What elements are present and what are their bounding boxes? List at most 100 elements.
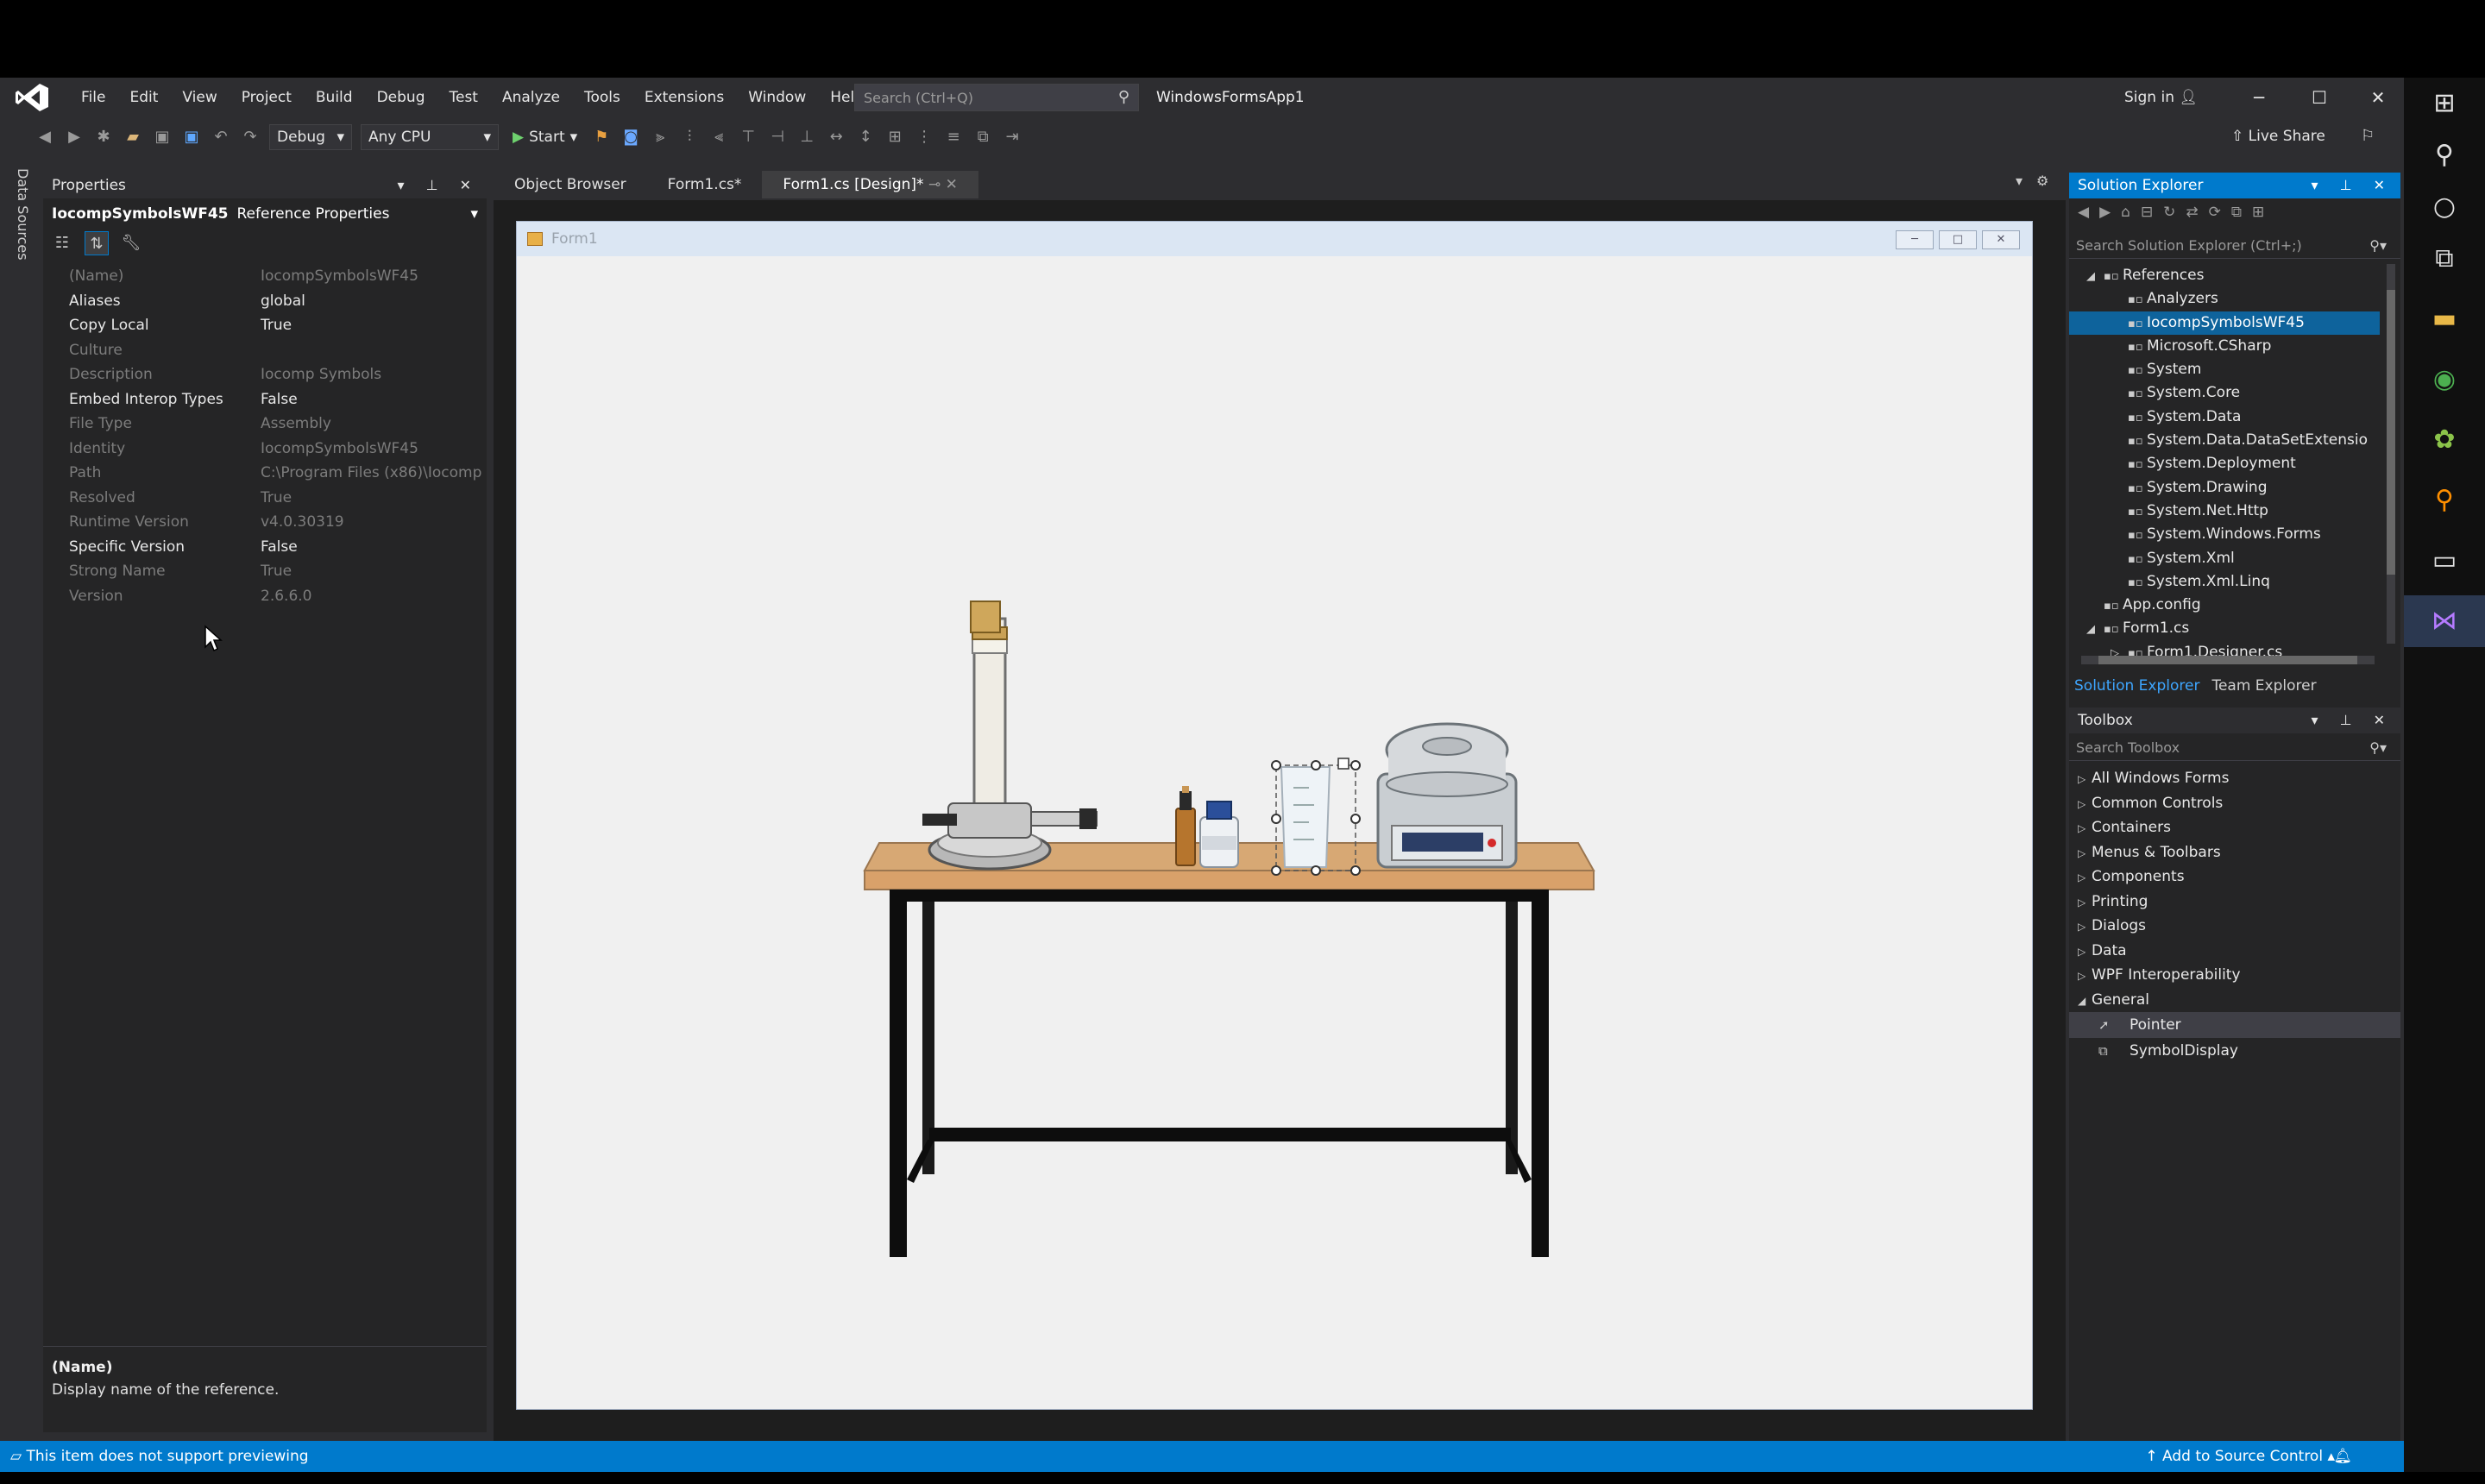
property-value[interactable] bbox=[250, 338, 487, 363]
property-row[interactable]: Embed Interop Types False bbox=[43, 387, 487, 412]
toolbox-group[interactable]: ▷ Menus & Toolbars bbox=[2069, 840, 2400, 865]
search-icon[interactable]: ⚲ bbox=[2404, 129, 2485, 181]
make-same-height-icon[interactable]: ↕ bbox=[855, 128, 876, 147]
menu-file[interactable]: File bbox=[69, 78, 117, 117]
expand-icon[interactable]: ◢ bbox=[2086, 618, 2104, 640]
search-app-icon[interactable]: ⚲ bbox=[2404, 475, 2485, 526]
tree-item[interactable]: ▪▫ System.Net.Http bbox=[2069, 500, 2380, 523]
undo-icon[interactable]: ↶ bbox=[211, 128, 231, 147]
toolbox-group[interactable]: ▷ Components bbox=[2069, 865, 2400, 890]
configuration-dropdown[interactable]: Debug ▾ bbox=[269, 124, 352, 150]
form-designer[interactable]: Form1 ─ □ ✕ bbox=[516, 221, 2033, 1410]
property-row[interactable]: Strong Name True bbox=[43, 559, 487, 584]
save-icon[interactable]: ▣ bbox=[152, 128, 173, 147]
tab-solution-explorer[interactable]: Solution Explorer bbox=[2074, 673, 2199, 699]
toolbox-group-general[interactable]: ◢ General bbox=[2069, 988, 2400, 1013]
app-icon[interactable]: ✿ bbox=[2404, 414, 2485, 466]
tree-item[interactable]: ◢ ▪▫ References bbox=[2069, 264, 2380, 287]
horizontal-scrollbar[interactable] bbox=[2081, 656, 2375, 664]
tree-item[interactable]: ▪▫ IocompSymbolsWF45 bbox=[2069, 311, 2380, 335]
toolbox-group[interactable]: ▷ Printing bbox=[2069, 890, 2400, 915]
property-row[interactable]: Aliases global bbox=[43, 289, 487, 314]
menu-extensions[interactable]: Extensions bbox=[632, 78, 736, 117]
property-row[interactable]: Specific Version False bbox=[43, 535, 487, 560]
property-value[interactable]: True bbox=[250, 559, 487, 584]
new-project-icon[interactable]: ✱ bbox=[93, 128, 114, 147]
toolbox-group[interactable]: ▷ Containers bbox=[2069, 815, 2400, 840]
align-rights-icon[interactable]: ⫷ bbox=[708, 128, 729, 147]
property-value[interactable]: C:\Program Files (x86)\Iocomp S bbox=[250, 461, 487, 486]
toolbox-tool[interactable]: ⧉ SymbolDisplay bbox=[2069, 1038, 2400, 1064]
tree-item[interactable]: ▪▫ System bbox=[2069, 358, 2380, 381]
toolbox-group[interactable]: ▷ All Windows Forms bbox=[2069, 766, 2400, 791]
property-pages-icon[interactable]: 🔧︎ bbox=[119, 231, 143, 255]
property-value[interactable]: False bbox=[250, 535, 487, 560]
tab-team-explorer[interactable]: Team Explorer bbox=[2211, 673, 2316, 699]
menu-tools[interactable]: Tools bbox=[572, 78, 632, 117]
tab-order-icon[interactable]: ⇥ bbox=[1002, 128, 1022, 147]
snapshot-icon[interactable]: ◙ bbox=[620, 128, 641, 147]
search-input[interactable]: Search (Ctrl+Q) ⚲ bbox=[854, 84, 1139, 111]
tree-item[interactable]: ▪▫ System.Xml.Linq bbox=[2069, 570, 2380, 594]
properties-object-selector[interactable]: IocompSymbolsWF45 Reference Properties ▾ bbox=[52, 202, 478, 226]
menu-test[interactable]: Test bbox=[437, 78, 489, 117]
task-view-icon[interactable]: ⧉ bbox=[2404, 233, 2485, 285]
live-share-button[interactable]: ⇧ Live Share bbox=[2231, 121, 2325, 152]
vertical-scrollbar[interactable] bbox=[2387, 264, 2395, 644]
open-folder-icon[interactable]: ▰ bbox=[123, 128, 143, 147]
redo-icon[interactable]: ↷ bbox=[240, 128, 261, 147]
make-same-width-icon[interactable]: ↔ bbox=[826, 128, 846, 147]
horizontal-spacing-icon[interactable]: ⋮ bbox=[914, 128, 934, 147]
property-row[interactable]: Path C:\Program Files (x86)\Iocomp S bbox=[43, 461, 487, 486]
notifications-icon[interactable]: 🔔︎ bbox=[2333, 1441, 2352, 1472]
reagent-bottle-symbol[interactable] bbox=[1199, 801, 1239, 868]
browser-link-icon[interactable]: ⚑ bbox=[591, 128, 612, 147]
property-row[interactable]: Copy Local True bbox=[43, 313, 487, 338]
close-icon[interactable]: ⊸ ✕ bbox=[924, 176, 958, 193]
vertical-spacing-icon[interactable]: ≡ bbox=[943, 128, 964, 147]
property-value[interactable]: IocompSymbolsWF45 bbox=[250, 264, 487, 289]
property-value[interactable]: True bbox=[250, 313, 487, 338]
property-value[interactable]: 2.6.6.0 bbox=[250, 584, 487, 609]
property-row[interactable]: File Type Assembly bbox=[43, 412, 487, 437]
bring-to-front-icon[interactable]: ⧉ bbox=[972, 128, 993, 147]
toolbox-search-input[interactable]: Search Toolbox ⚲▾ bbox=[2069, 735, 2400, 761]
data-sources-tab[interactable]: Data Sources bbox=[5, 168, 36, 263]
property-row[interactable]: Description Iocomp Symbols bbox=[43, 362, 487, 387]
property-row[interactable]: (Name) IocompSymbolsWF45 bbox=[43, 264, 487, 289]
tree-item[interactable]: ◢ ▪▫ Form1.cs bbox=[2069, 617, 2380, 640]
align-tops-icon[interactable]: ⊤ bbox=[738, 128, 758, 147]
toolbox-group[interactable]: ▷ Data bbox=[2069, 939, 2400, 964]
tree-item[interactable]: ▪▫ App.config bbox=[2069, 594, 2380, 617]
menu-window[interactable]: Window bbox=[736, 78, 818, 117]
forward-icon[interactable]: ▶ bbox=[64, 128, 85, 147]
menu-project[interactable]: Project bbox=[230, 78, 304, 117]
property-row[interactable]: Version 2.6.6.0 bbox=[43, 584, 487, 609]
chrome-icon[interactable]: ◉ bbox=[2404, 354, 2485, 406]
menu-view[interactable]: View bbox=[170, 78, 229, 117]
platform-dropdown[interactable]: Any CPU ▾ bbox=[361, 124, 499, 150]
panel-controls[interactable]: ▾ ⊥ ✕ bbox=[2311, 707, 2394, 733]
property-value[interactable]: v4.0.30319 bbox=[250, 510, 487, 535]
size-to-grid-icon[interactable]: ⊞ bbox=[884, 128, 905, 147]
lab-scale-symbol[interactable] bbox=[1376, 722, 1518, 869]
expand-icon[interactable]: ◢ bbox=[2086, 265, 2104, 287]
menu-analyze[interactable]: Analyze bbox=[490, 78, 572, 117]
property-row[interactable]: Culture bbox=[43, 338, 487, 363]
tree-item[interactable]: ▪▫ System.Deployment bbox=[2069, 452, 2380, 475]
property-value[interactable]: global bbox=[250, 289, 487, 314]
tab-document[interactable]: Form1.cs* bbox=[647, 171, 763, 198]
property-value[interactable]: IocompSymbolsWF45 bbox=[250, 437, 487, 462]
visual-studio-taskbar-icon[interactable]: ⋈ bbox=[2404, 595, 2485, 647]
dropper-bottle-symbol[interactable] bbox=[1175, 786, 1196, 866]
tree-item[interactable]: ▪▫ System.Data.DataSetExtensio bbox=[2069, 429, 2380, 452]
cortana-icon[interactable]: ○ bbox=[2404, 181, 2485, 233]
windows-icon[interactable]: ⊞ bbox=[2404, 78, 2485, 129]
tree-item[interactable]: ▪▫ Microsoft.CSharp bbox=[2069, 335, 2380, 358]
tree-item[interactable]: ▪▫ System.Drawing bbox=[2069, 476, 2380, 500]
toolbox-group[interactable]: ▷ Dialogs bbox=[2069, 914, 2400, 939]
maximize-button[interactable]: ☐ bbox=[2290, 78, 2349, 117]
tree-item[interactable]: ▪▫ System.Windows.Forms bbox=[2069, 523, 2380, 546]
tree-item[interactable]: ▪▫ System.Data bbox=[2069, 406, 2380, 429]
bunsen-burner-symbol[interactable] bbox=[922, 601, 1098, 871]
